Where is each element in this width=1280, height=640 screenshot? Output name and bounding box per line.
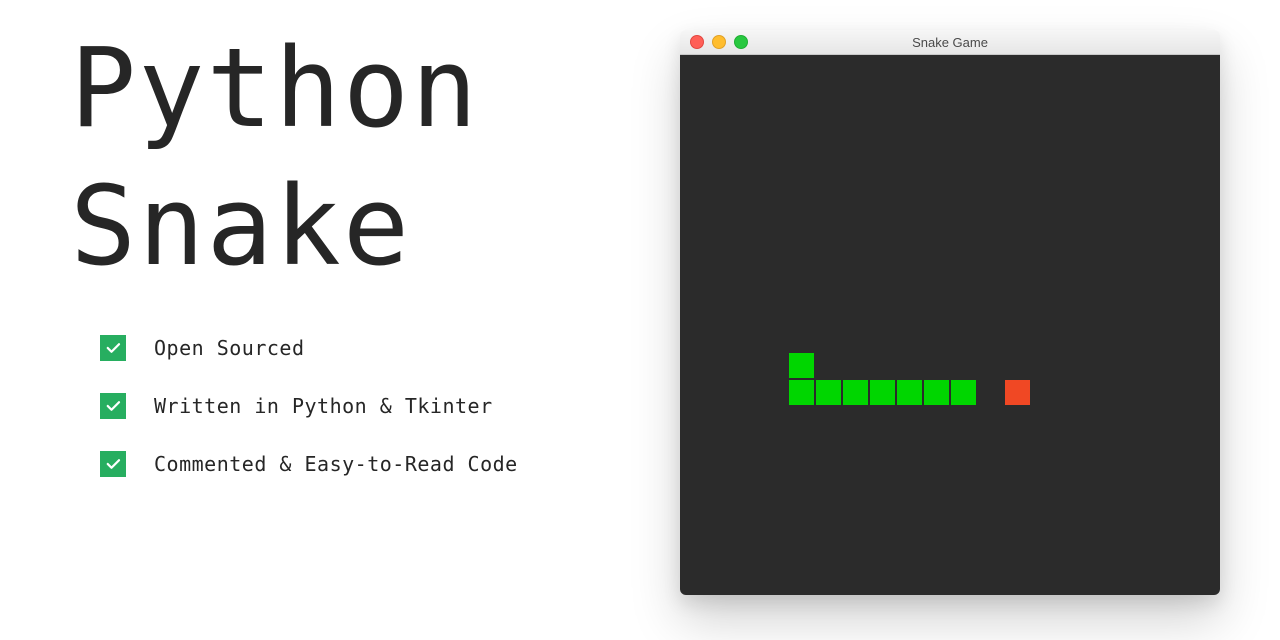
snake-segment	[843, 380, 868, 405]
feature-label: Written in Python & Tkinter	[154, 394, 493, 418]
window-title: Snake Game	[680, 35, 1220, 50]
close-icon[interactable]	[690, 35, 704, 49]
feature-item: Commented & Easy-to-Read Code	[100, 451, 630, 477]
title-line-2: Snake	[70, 162, 411, 290]
title-line-1: Python	[70, 24, 479, 152]
check-icon	[100, 393, 126, 419]
check-icon	[100, 451, 126, 477]
snake-segment	[951, 380, 976, 405]
maximize-icon[interactable]	[734, 35, 748, 49]
food	[1005, 380, 1030, 405]
minimize-icon[interactable]	[712, 35, 726, 49]
feature-item: Open Sourced	[100, 335, 630, 361]
app-window: Snake Game	[680, 30, 1220, 595]
game-canvas[interactable]	[680, 55, 1220, 595]
feature-label: Commented & Easy-to-Read Code	[154, 452, 518, 476]
snake-segment	[789, 353, 814, 378]
window-controls	[690, 35, 748, 49]
snake-segment	[897, 380, 922, 405]
snake-segment	[789, 380, 814, 405]
feature-list: Open Sourced Written in Python & Tkinter…	[100, 335, 630, 477]
snake-segment	[816, 380, 841, 405]
page-title: Python Snake	[70, 20, 630, 295]
snake-segment	[924, 380, 949, 405]
check-icon	[100, 335, 126, 361]
feature-item: Written in Python & Tkinter	[100, 393, 630, 419]
window-titlebar[interactable]: Snake Game	[680, 30, 1220, 55]
feature-label: Open Sourced	[154, 336, 305, 360]
snake-segment	[870, 380, 895, 405]
